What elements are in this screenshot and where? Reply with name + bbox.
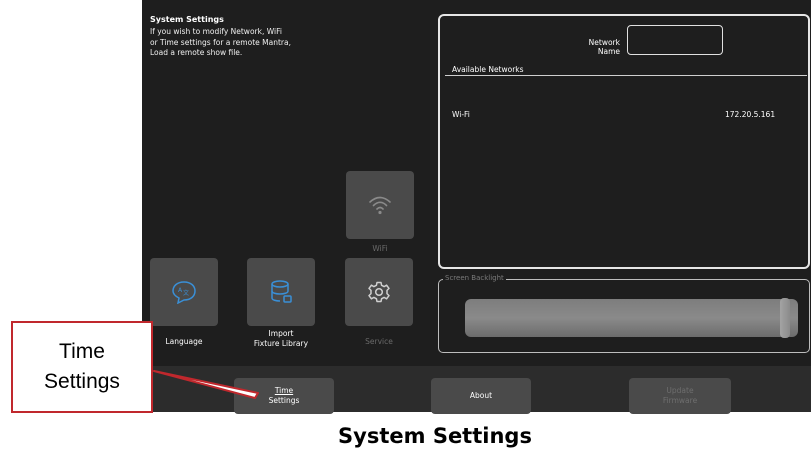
about-label: About (469, 391, 493, 400)
backlight-slider-handle[interactable] (780, 298, 790, 338)
settings-screen: System Settings If you wish to modify Ne… (142, 0, 811, 414)
database-icon (271, 280, 292, 303)
service-label: Service (365, 337, 393, 346)
import-label-line-1: Import (268, 329, 294, 338)
update-firmware-button[interactable]: Update Firmware (629, 378, 731, 414)
info-text: If you wish to modify Network, WiFi or T… (150, 27, 340, 59)
network-row-name: Wi-Fi (452, 110, 470, 119)
screen-backlight-label: Screen Backlight (443, 274, 506, 282)
import-fixture-library-button[interactable] (247, 258, 315, 326)
language-button[interactable]: A 文 (150, 258, 218, 326)
network-panel: Network Name Available Networks Wi-Fi 17… (438, 14, 810, 269)
wifi-icon (369, 196, 391, 215)
callout-arrow (153, 370, 259, 399)
import-fixture-library-label: Import Fixture Library (237, 329, 325, 349)
figure-caption: System Settings (338, 424, 532, 448)
update-line-2: Firmware (662, 396, 698, 405)
about-button[interactable]: About (431, 378, 531, 414)
svg-text:文: 文 (183, 289, 189, 297)
update-line-1: Update (666, 386, 694, 395)
info-line-3: Load a remote show file. (150, 48, 243, 57)
language-icon: A 文 (172, 281, 196, 304)
info-line-2: or Time settings for a remote Mantra, (150, 37, 291, 47)
wifi-button[interactable] (346, 171, 414, 239)
callout-line-2: Settings (44, 370, 120, 393)
callout-line-1: Time (59, 340, 105, 363)
import-label-line-2: Fixture Library (253, 339, 309, 348)
wifi-label: WiFi (372, 244, 388, 253)
time-settings-callout: Time Settings (11, 321, 153, 413)
gear-icon (368, 281, 390, 303)
info-line-1: If you wish to modify Network, WiFi (150, 27, 282, 36)
service-button[interactable] (345, 258, 413, 326)
network-row[interactable]: Wi-Fi 172.20.5.161 (440, 16, 808, 126)
info-title: System Settings (150, 15, 224, 24)
language-label: Language (165, 337, 203, 346)
network-row-address: 172.20.5.161 (725, 110, 776, 119)
backlight-slider[interactable] (465, 299, 798, 337)
